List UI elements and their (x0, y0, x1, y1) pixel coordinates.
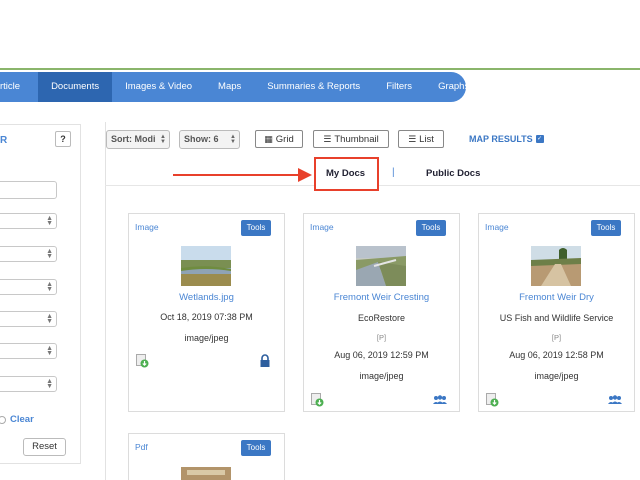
sidebar-heading: R (0, 135, 8, 146)
card-public-flag: [P] (551, 333, 562, 342)
tab-my-docs[interactable]: My Docs (326, 168, 365, 179)
clear-radio[interactable] (0, 415, 6, 424)
card-title-link[interactable]: Fremont Weir Cresting (304, 292, 459, 303)
list-lines-icon: ☰ (323, 134, 332, 144)
select-arrows-icon: ▲ ▼ (46, 345, 53, 357)
nav-item-graphs[interactable]: Graphs (425, 72, 482, 102)
tools-button[interactable]: Tools (241, 440, 271, 456)
card-public-flag: [P] (376, 333, 387, 342)
nav-item-documents[interactable]: Documents (38, 72, 113, 102)
nav-item-maps[interactable]: Maps (205, 72, 254, 102)
document-card[interactable]: Image Tools Fremont Weir Dry US Fish and… (478, 213, 635, 412)
document-card[interactable]: Image Tools Fremont Weir Cresting EcoRes… (303, 213, 460, 412)
sort-select[interactable]: Sort: Modi ▲ ▼ (106, 130, 170, 149)
filter-select-2[interactable]: ▲ ▼ (0, 246, 57, 262)
nav-item-images-video[interactable]: Images & Video (112, 72, 205, 102)
annotation-arrow-line (173, 174, 301, 176)
thumbnail-image[interactable] (356, 246, 406, 286)
grid-label: Grid (275, 134, 294, 145)
grid-icon: ▦ (264, 134, 273, 144)
select-arrows-icon: ▲ ▼ (46, 215, 53, 227)
annotation-arrow-head (298, 168, 312, 182)
filter-sidebar: R ? ▲ ▼ ▲ ▼ ▲ ▼ ▲ ▼ ▲ ▼ ▲ ▼ Clear Reset (0, 124, 81, 464)
select-arrows-icon: ▲ ▼ (46, 378, 53, 390)
select-arrows-icon: ▲ ▼ (46, 281, 53, 293)
card-mime-type: image/jpeg (359, 371, 404, 381)
thumbnail-image[interactable] (181, 246, 231, 286)
sort-label: Sort: Modi (111, 134, 156, 144)
card-type: Image (485, 222, 509, 232)
show-label: Show: 6 (184, 134, 219, 144)
select-arrows-icon: ▲ ▼ (46, 313, 53, 325)
thumbnail-view-button[interactable]: ☰ Thumbnail (313, 130, 389, 148)
card-mime-type: image/jpeg (534, 371, 579, 381)
tools-button[interactable]: Tools (241, 220, 271, 236)
show-select[interactable]: Show: 6 ▲ ▼ (179, 130, 240, 149)
card-mime-type: image/jpeg (184, 333, 229, 343)
tab-separator: | (392, 167, 395, 178)
download-icon[interactable] (311, 393, 324, 407)
select-arrows-icon: ▲ ▼ (46, 248, 53, 260)
filter-select-4[interactable]: ▲ ▼ (0, 311, 57, 327)
clear-filters[interactable]: Clear (0, 414, 34, 425)
top-divider (0, 68, 640, 70)
list-view-button[interactable]: ☰ List (398, 130, 444, 148)
download-icon[interactable] (136, 354, 149, 368)
tools-button[interactable]: Tools (591, 220, 621, 236)
document-card[interactable]: Image Tools Wetlands.jpg Oct 18, 2019 07… (128, 213, 285, 412)
help-button[interactable]: ? (55, 131, 71, 147)
map-results-label: MAP RESULTS (469, 134, 533, 144)
group-icon (433, 395, 447, 404)
tools-button[interactable]: Tools (416, 220, 446, 236)
reset-button[interactable]: Reset (23, 438, 66, 456)
filter-select-6[interactable]: ▲ ▼ (0, 376, 57, 392)
card-type: Image (135, 222, 159, 232)
card-type: Image (310, 222, 334, 232)
document-card[interactable]: Pdf Tools (128, 433, 285, 480)
nav-item-filters[interactable]: Filters (373, 72, 425, 102)
card-date: Aug 06, 2019 12:59 PM (334, 350, 429, 360)
select-arrows-icon: ▲ ▼ (160, 134, 166, 145)
tab-public-docs[interactable]: Public Docs (426, 168, 480, 179)
nav-item-article[interactable]: rticle (0, 72, 38, 102)
grid-view-button[interactable]: ▦ Grid (255, 130, 303, 148)
map-results-toggle[interactable]: MAP RESULTS ✓ (469, 134, 544, 144)
filter-select-5[interactable]: ▲ ▼ (0, 343, 57, 359)
filter-select-1[interactable]: ▲ ▼ (0, 213, 57, 229)
card-date: Oct 18, 2019 07:38 PM (160, 312, 253, 322)
list-label: List (419, 134, 434, 145)
thumbnail-label: Thumbnail (334, 134, 379, 145)
card-date: Aug 06, 2019 12:58 PM (509, 350, 604, 360)
thumbnail-image[interactable] (181, 467, 231, 480)
select-arrows-icon: ▲ ▼ (230, 134, 236, 145)
lock-icon (260, 354, 270, 367)
group-icon (608, 395, 622, 404)
filter-text-input[interactable] (0, 181, 57, 199)
card-title-link[interactable]: Wetlands.jpg (129, 292, 284, 303)
card-title-link[interactable]: Fremont Weir Dry (479, 292, 634, 303)
main-left-border (105, 122, 106, 480)
thumbnail-image[interactable] (531, 246, 581, 286)
download-icon[interactable] (486, 393, 499, 407)
nav-item-summaries-reports[interactable]: Summaries & Reports (254, 72, 373, 102)
main-nav: rticle Documents Images & Video Maps Sum… (0, 72, 469, 102)
card-type: Pdf (135, 442, 148, 452)
filter-select-3[interactable]: ▲ ▼ (0, 279, 57, 295)
card-owner: US Fish and Wildlife Service (499, 313, 614, 323)
checkbox-checked-icon[interactable]: ✓ (535, 135, 544, 143)
list-icon: ☰ (408, 134, 417, 144)
results-area: Sort: Modi ▲ ▼ Show: 6 ▲ ▼ ▦ Grid ☰ Thumbnai… (105, 122, 640, 480)
card-owner: EcoRestore (357, 313, 406, 323)
clear-link[interactable]: Clear (10, 414, 34, 425)
